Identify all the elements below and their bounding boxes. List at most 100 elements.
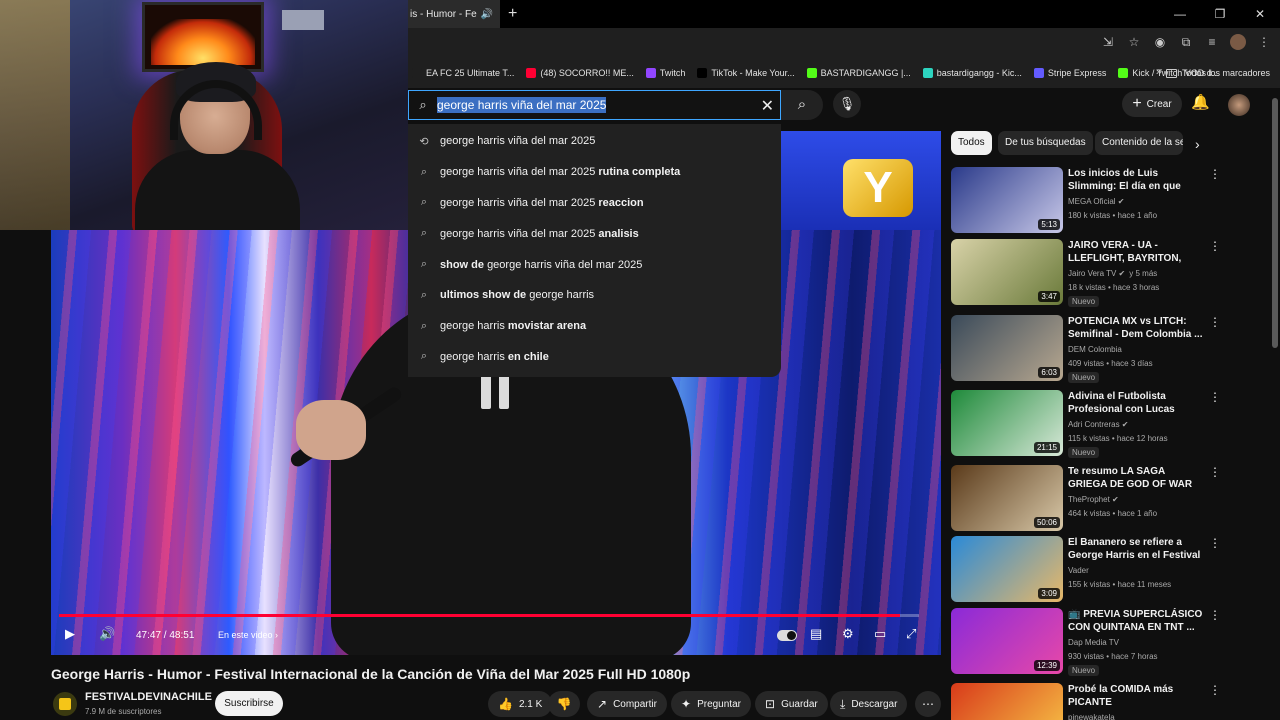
recommended-title[interactable]: Te resumo LA SAGA GRIEGA DE GOD OF WAR (1068, 465, 1204, 491)
more-options-icon[interactable]: ⋮ (1209, 608, 1221, 622)
browser-menu-icon[interactable]: ⋮ (1256, 34, 1272, 50)
bookmark-item[interactable]: Stripe Express (1033, 68, 1106, 78)
install-app-icon[interactable]: ⇲ (1100, 34, 1116, 50)
chip-from-searches[interactable]: De tus búsquedas (998, 131, 1093, 155)
recommended-title[interactable]: 📺 PREVIA SUPERCLÁSICO CON QUINTANA EN TN… (1068, 608, 1204, 634)
extensions-puzzle-icon[interactable]: ⧉ (1178, 34, 1194, 50)
recommended-title[interactable]: Los inicios de Luis Slimming: El día en … (1068, 167, 1204, 194)
recommended-video[interactable]: 3:47 JAIRO VERA - UA - LLEFLIGHT, BAYRITO… (951, 239, 1221, 307)
pause-overlay-icon[interactable] (481, 375, 509, 409)
channel-name[interactable]: FESTIVALDEVINACHILE (85, 691, 212, 703)
extension-icon[interactable]: ◉ (1152, 34, 1168, 50)
download-button[interactable]: ⤓ Descargar (830, 691, 908, 717)
progress-bar[interactable] (59, 614, 919, 617)
theater-mode-icon[interactable]: ▭ (874, 626, 886, 642)
ask-button[interactable]: ✦ Preguntar (671, 691, 751, 717)
bookmark-star-icon[interactable]: ☆ (1126, 34, 1142, 50)
recommended-channel[interactable]: Dap Media TV (1068, 638, 1119, 647)
chip-all[interactable]: Todos (951, 131, 992, 155)
more-options-icon[interactable]: ⋮ (1209, 167, 1221, 181)
recommended-channel[interactable]: Vader (1068, 566, 1089, 575)
video-thumbnail[interactable] (951, 683, 1063, 720)
subscribe-button[interactable]: Suscribirse (215, 691, 283, 716)
recommended-title[interactable]: POTENCIA MX vs LITCH: Semifinal - Dem Co… (1068, 315, 1204, 341)
close-window-button[interactable]: ✕ (1240, 0, 1280, 28)
more-options-icon[interactable]: ⋮ (1209, 536, 1221, 550)
bookmark-item[interactable]: TikTok - Make Your... (697, 68, 795, 78)
video-thumbnail[interactable]: 5:13 (951, 167, 1063, 233)
suggestion-item[interactable]: ⌕ show de george harris viña del mar 2025 (408, 249, 781, 280)
more-options-icon[interactable]: ⋮ (1209, 239, 1221, 253)
channel-avatar[interactable] (53, 692, 77, 716)
bookmark-item[interactable]: EA FC 25 Ultimate T... (412, 68, 514, 78)
search-query[interactable]: george harris viña del mar 2025 (437, 97, 607, 113)
save-button[interactable]: ⊡ Guardar (755, 691, 828, 717)
recommended-channel[interactable]: pinewakatela (1068, 713, 1115, 720)
recommended-channel[interactable]: Adri Contreras ✔ (1068, 420, 1129, 429)
recommended-video[interactable]: Probé la COMIDA más PICANTE pinewakatela ⋮ (951, 683, 1221, 720)
video-thumbnail[interactable]: 21:15 (951, 390, 1063, 456)
profile-avatar[interactable] (1230, 34, 1246, 50)
recommended-channel[interactable]: TheProphet ✔ (1068, 495, 1119, 504)
volume-icon[interactable]: 🔊 (99, 626, 115, 642)
more-actions-button[interactable]: ⋯ (915, 691, 941, 717)
recommended-video[interactable]: 5:13 Los inicios de Luis Slimming: El día… (951, 167, 1221, 235)
recommended-title[interactable]: Adivina el Futbolista Profesional con Lu… (1068, 390, 1204, 417)
recommended-title[interactable]: Probé la COMIDA más PICANTE (1068, 683, 1204, 709)
bookmark-item[interactable]: bastardigangg - Kic... (922, 68, 1022, 78)
settings-gear-icon[interactable]: ⚙ (842, 626, 854, 642)
suggestion-item[interactable]: ⟲ george harris viña del mar 2025 (408, 126, 781, 157)
account-avatar[interactable] (1228, 94, 1250, 116)
chevron-right-icon[interactable]: › (1195, 136, 1200, 152)
search-button[interactable]: ⌕ (781, 90, 823, 120)
recommended-title[interactable]: JAIRO VERA - UA - LLEFLIGHT, BAYRITON, G… (1068, 239, 1204, 266)
recommended-channel[interactable]: Jairo Vera TV ✔ y 5 más (1068, 269, 1157, 278)
page-scrollbar[interactable] (1270, 88, 1280, 720)
maximize-button[interactable]: ❐ (1200, 0, 1240, 28)
video-thumbnail[interactable]: 12:39 (951, 608, 1063, 674)
bookmark-item[interactable]: BASTARDIGANGG |... (806, 68, 911, 78)
share-button[interactable]: ↗ Compartir (587, 691, 667, 717)
play-icon[interactable]: ▶ (65, 626, 75, 642)
suggestion-item[interactable]: ⌕ george harris en chile (408, 342, 781, 373)
create-button[interactable]: + Crear (1122, 91, 1182, 117)
recommended-video[interactable]: 21:15 Adivina el Futbolista Profesional c… (951, 390, 1221, 458)
dislike-button[interactable]: 👎 (548, 691, 580, 717)
new-tab-button[interactable]: + (508, 5, 517, 23)
recommended-video[interactable]: 6:03 POTENCIA MX vs LITCH: Semifinal - De… (951, 315, 1221, 383)
suggestion-item[interactable]: ⌕ george harris viña del mar 2025 reaccio… (408, 188, 781, 219)
fullscreen-icon[interactable]: ⤢ (906, 626, 916, 642)
more-options-icon[interactable]: ⋮ (1209, 465, 1221, 479)
suggestion-item[interactable]: ⌕ george harris viña del mar 2025 rutina … (408, 157, 781, 188)
more-options-icon[interactable]: ⋮ (1209, 315, 1221, 329)
suggestion-item[interactable]: ⌕ george harris viña del mar 2025 analisi… (408, 218, 781, 249)
recommended-video[interactable]: 12:39 📺 PREVIA SUPERCLÁSICO CON QUINTANA … (951, 608, 1221, 676)
media-control-icon[interactable]: ≡ (1204, 34, 1220, 50)
search-input[interactable]: ⌕ george harris viña del mar 2025 ✕ (408, 90, 781, 120)
recommended-video[interactable]: 50:06 Te resumo LA SAGA GRIEGA DE GOD OF … (951, 465, 1221, 533)
video-thumbnail[interactable]: 50:06 (951, 465, 1063, 531)
voice-search-button[interactable]: 🎙 (833, 90, 861, 118)
notifications-bell-icon[interactable]: 🔔 (1191, 93, 1210, 111)
minimize-button[interactable]: — (1160, 0, 1200, 28)
recommended-title[interactable]: El Bananero se refiere a George Harris e… (1068, 536, 1204, 563)
chip-series-content[interactable]: Contenido de la ser (1095, 131, 1183, 155)
all-bookmarks-button[interactable]: Todos los marcadores (1165, 58, 1270, 88)
subtitles-icon[interactable]: ▤ (810, 626, 822, 642)
active-tab[interactable]: is - Humor - Fe 🔊 ✕ (408, 0, 500, 28)
suggestion-item[interactable]: ⌕ george harris movistar arena (408, 311, 781, 342)
like-button[interactable]: 👍 2.1 K (488, 691, 553, 717)
recommended-channel[interactable]: DEM Colombia (1068, 345, 1122, 354)
bookmark-item[interactable]: Twitch (645, 68, 685, 78)
suggestion-item[interactable]: ⌕ ultimos show de george harris (408, 280, 781, 311)
video-thumbnail[interactable]: 3:47 (951, 239, 1063, 305)
clear-search-icon[interactable]: ✕ (761, 96, 774, 116)
bookmarks-overflow-icon[interactable]: » (1156, 66, 1162, 78)
bookmark-item[interactable]: (48) SOCORRO!! ME... (526, 68, 634, 78)
more-options-icon[interactable]: ⋮ (1209, 683, 1221, 697)
chapter-button[interactable]: En este video › (218, 630, 278, 640)
recommended-video[interactable]: 3:09 El Bananero se refiere a George Harr… (951, 536, 1221, 604)
recommended-channel[interactable]: MEGA Oficial ✔ (1068, 197, 1125, 206)
video-thumbnail[interactable]: 3:09 (951, 536, 1063, 602)
speaker-icon[interactable]: 🔊 (481, 9, 493, 20)
